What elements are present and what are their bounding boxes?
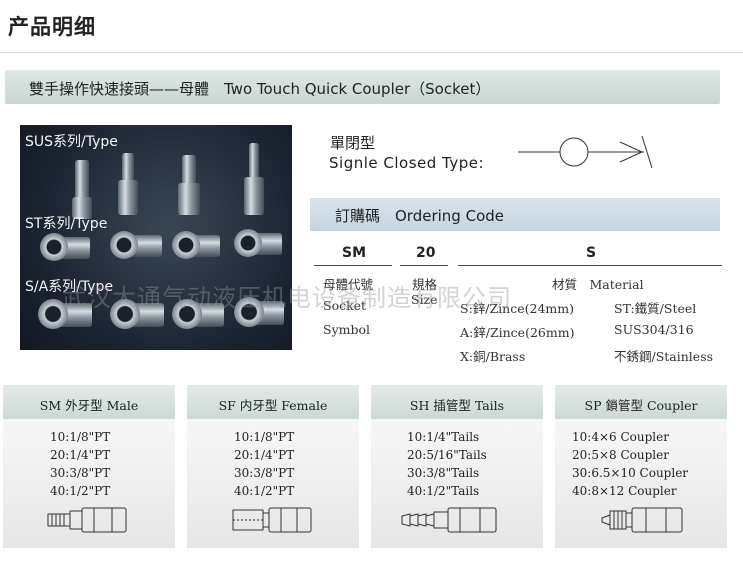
card-line: 10:1/8"PT [234,430,295,444]
card-header: SF 内牙型 Female [187,385,359,419]
closed-type-cn: 單閉型 [330,134,376,152]
ordering-code-header: 訂購碼 Ordering Code [310,198,720,231]
card-line: 40:1/2"PT [234,484,295,498]
card-line: 30:3/8"PT [234,466,295,480]
card-line: 20:5×8 Coupler [572,448,669,462]
card-header: SP 鎖管型 Coupler [555,385,727,419]
card-line: 40:1/2"Tails [407,484,480,498]
code-20: 20 [416,245,436,261]
material-title: 材質 Material [552,277,644,292]
code-sm: SM [342,245,367,261]
closed-type-en: Signle Closed Type: [329,154,485,172]
fitting-image [172,231,200,259]
code-s: S [586,245,597,261]
fitting-image [178,183,200,215]
card-line: 20:5/16"Tails [407,448,487,462]
fitting-image [40,233,68,261]
fitting-image [234,229,262,257]
coupler-fitting-icon [601,507,683,533]
photo-label-st: ST系列/Type [25,216,108,232]
product-photo: SUS系列/Type ST系列/Type S/A系列/Type [20,125,292,350]
male-fitting-icon [47,507,127,533]
material-item: A:鋅/Zince(26mm) [460,325,575,340]
female-fitting-icon [232,507,312,533]
code-underline [314,265,392,266]
material-item: 不銹鋼/Stainless [614,349,714,364]
code-underline [400,265,448,266]
fitting-image [110,231,138,259]
material-item: SUS304/316 [614,322,694,337]
card-header: SM 外牙型 Male [3,385,175,419]
code-underline [458,265,722,266]
banner-title: 雙手操作快速接頭——母體 Two Touch Quick Coupler（Soc… [29,80,491,98]
card-header: SH 插管型 Tails [371,385,543,419]
fitting-image [244,177,264,215]
photo-label-sus: SUS系列/Type [25,134,118,150]
card-title: SF 内牙型 Female [218,398,328,413]
single-closed-symbol-icon [518,135,653,169]
card-line: 30:6.5×10 Coupler [572,466,689,480]
card-line: 20:1/4"PT [50,448,111,462]
card-title: SH 插管型 Tails [409,398,505,413]
product-banner: 雙手操作快速接頭——母體 Two Touch Quick Coupler（Soc… [5,70,720,104]
card-line: 40:1/2"PT [50,484,111,498]
card-line: 20:1/4"PT [234,448,295,462]
card-title: SM 外牙型 Male [39,398,139,413]
page-title: 产品明细 [8,14,96,39]
fitting-image [118,180,138,215]
card-line: 10:1/4"Tails [407,430,480,444]
card-line: 10:4×6 Coupler [572,430,669,444]
card-line: 10:1/8"PT [50,430,111,444]
material-item: ST:鐵質/Steel [614,301,697,316]
fitting-image [122,153,134,183]
card-title: SP 鎖管型 Coupler [584,398,698,413]
card-line: 30:3/8"Tails [407,466,480,480]
fitting-image [75,160,89,202]
material-item: X:銅/Brass [460,349,526,364]
page-header: 产品明细 [0,0,743,53]
watermark: 武汉大通气动液压机电设备制造有限公司 [62,284,512,312]
card-line: 40:8×12 Coupler [572,484,677,498]
card-line: 30:3/8"PT [50,466,111,480]
ordering-code-title: 訂購碼 Ordering Code [335,207,504,225]
socket-symbol-en2: Symbol [323,322,371,337]
tails-fitting-icon [401,507,497,533]
